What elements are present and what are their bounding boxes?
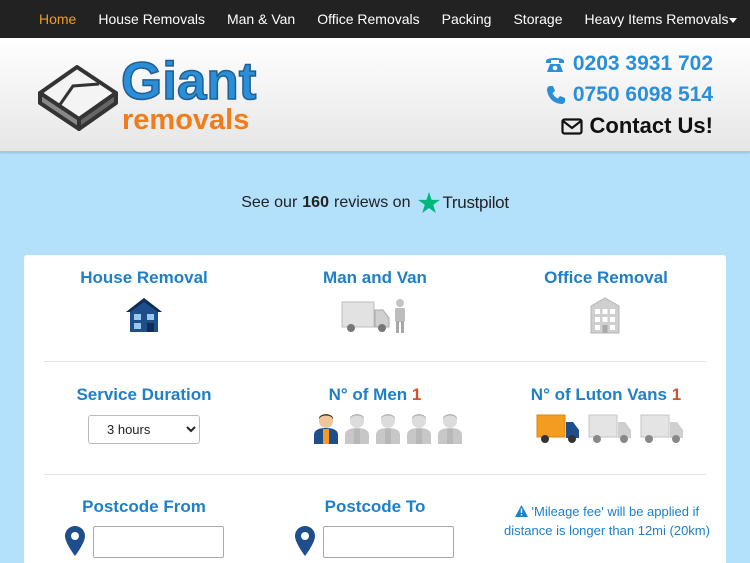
service-duration-select[interactable]: 3 hours (88, 415, 200, 444)
location-pin-icon (65, 526, 85, 556)
luton-van-icon-2[interactable] (588, 413, 632, 445)
phone-landline[interactable]: 0203 3931 702 (544, 52, 713, 76)
mileage-fee-notice: 'Mileage fee' will be applied if distanc… (502, 502, 712, 540)
mileage-fee-text: 'Mileage fee' will be applied if distanc… (504, 504, 710, 538)
service-duration-label: Service Duration (76, 385, 212, 404)
envelope-icon (560, 117, 583, 135)
nav-house-removals[interactable]: House Removals (98, 11, 205, 27)
telephone-icon (545, 58, 564, 72)
postcode-from-input[interactable] (93, 526, 224, 558)
nav-heavy-items-dropdown[interactable]: Heavy Items Removals (585, 11, 738, 27)
trustpilot-link[interactable]: Trustpilot (418, 192, 509, 213)
worker-icon-4[interactable] (405, 411, 433, 445)
number-of-men-label: N° of Men 1 (258, 385, 492, 405)
booking-card: House Removal Man and Van Office Removal… (24, 255, 726, 563)
number-of-men-text: N° of Men (328, 385, 408, 404)
nav-office-removals[interactable]: Office Removals (317, 11, 419, 27)
phone-mobile-number: 0750 6098 514 (572, 83, 713, 106)
phone-landline-number: 0203 3931 702 (572, 52, 713, 75)
worker-icon-2[interactable] (343, 411, 371, 445)
logo-text-removals[interactable]: removals (122, 105, 249, 135)
nav-storage[interactable]: Storage (513, 11, 562, 27)
section-divider (44, 361, 706, 362)
service-house-removal[interactable]: House Removal (27, 268, 261, 288)
postcode-from-label: Postcode From (82, 497, 206, 516)
section-divider (44, 474, 706, 475)
nav-heavy-items-label: Heavy Items Removals (584, 11, 729, 27)
number-of-vans-text: N° of Luton Vans (530, 385, 667, 404)
logo-box-icon[interactable] (37, 62, 119, 132)
worker-icon-1[interactable] (312, 411, 340, 445)
postcode-to-label: Postcode To (324, 497, 426, 516)
worker-icon-5[interactable] (436, 411, 464, 445)
luton-van-icon-1[interactable] (536, 413, 580, 445)
service-man-and-van[interactable]: Man and Van (258, 268, 492, 288)
number-of-men-value: 1 (411, 385, 422, 404)
chevron-down-icon (729, 17, 738, 23)
vans-selector (536, 413, 692, 445)
phone-mobile[interactable]: 0750 6098 514 (546, 83, 713, 107)
logo-text-giant[interactable]: Giant (120, 52, 257, 112)
reviews-banner: See our 160 reviews on Trustpilot (0, 192, 750, 213)
postcode-to-input[interactable] (323, 526, 454, 558)
warning-icon (514, 505, 528, 517)
site-header: Giant removals 0203 3931 702 0750 6098 5… (0, 38, 750, 152)
nav-man-and-van[interactable]: Man & Van (227, 11, 295, 27)
luton-van-icon-3[interactable] (640, 413, 684, 445)
location-pin-icon (295, 526, 315, 556)
office-building-icon[interactable] (587, 296, 623, 334)
phone-handset-icon (546, 86, 565, 104)
number-of-vans-label: N° of Luton Vans 1 (489, 385, 723, 405)
nav-packing[interactable]: Packing (442, 11, 492, 27)
trustpilot-label: Trustpilot (442, 192, 509, 212)
top-navigation: Home House Removals Man & Van Office Rem… (0, 0, 750, 38)
van-with-man-icon[interactable] (340, 297, 410, 335)
house-icon[interactable] (125, 297, 163, 333)
service-office-removal[interactable]: Office Removal (489, 268, 723, 288)
reviews-prefix: See our (241, 193, 298, 211)
nav-home[interactable]: Home (39, 11, 76, 27)
worker-icon-3[interactable] (374, 411, 402, 445)
reviews-suffix: reviews on (333, 193, 411, 211)
contact-us-label: Contact Us! (589, 113, 713, 138)
men-selector (312, 411, 467, 445)
star-icon (418, 192, 441, 213)
reviews-count: 160 (302, 193, 329, 211)
contact-us-link[interactable]: Contact Us! (560, 113, 713, 139)
number-of-vans-value: 1 (671, 385, 682, 404)
